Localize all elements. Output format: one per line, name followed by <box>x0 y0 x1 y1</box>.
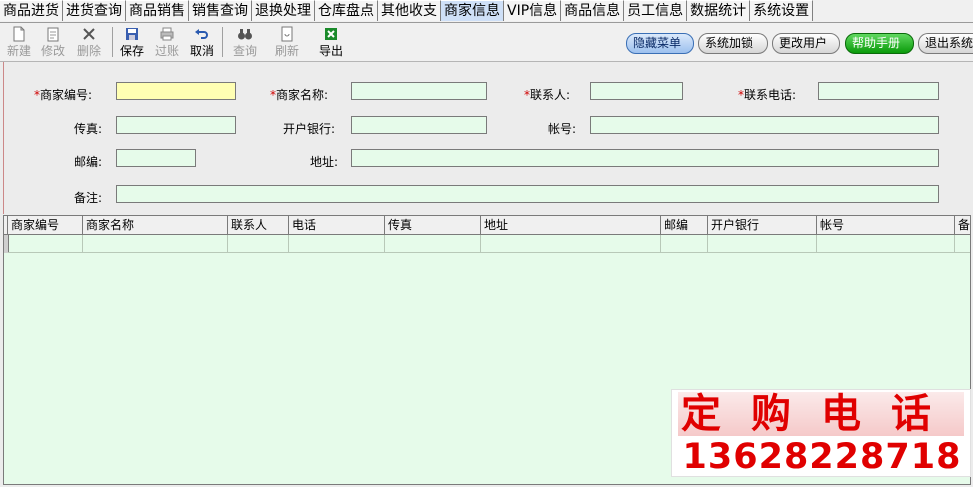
column-header-fax[interactable]: 传真 <box>385 216 481 234</box>
refresh-document-icon <box>270 26 304 44</box>
table-cell[interactable] <box>955 235 970 253</box>
exit-system-button[interactable]: 退出系统 <box>918 33 973 54</box>
order-hotline-phone: 13628228718 <box>682 437 962 477</box>
delete-x-icon <box>72 26 106 44</box>
save-disk-icon <box>115 26 149 44</box>
account-input[interactable] <box>590 116 939 134</box>
note-input[interactable] <box>116 185 939 203</box>
merchant-code-label: *商家编号: <box>34 88 93 102</box>
tab-vip-info[interactable]: VIP信息 <box>504 0 562 21</box>
tab-statistics[interactable]: 数据统计 <box>687 0 751 21</box>
tab-sales-query[interactable]: 销售查询 <box>189 0 252 21</box>
query-button-label: 查询 <box>232 44 257 58</box>
column-header-merchant-code[interactable]: 商家编号 <box>8 216 83 234</box>
column-header-address[interactable]: 地址 <box>481 216 661 234</box>
contact-input[interactable] <box>590 82 683 100</box>
save-button-label: 保存 <box>119 44 144 58</box>
column-header-phone[interactable]: 电话 <box>289 216 385 234</box>
table-cell[interactable] <box>817 235 955 253</box>
order-hotline-banner: 定购电话 13628228718 <box>671 389 971 477</box>
column-header-account[interactable]: 帐号 <box>817 216 955 234</box>
hide-menu-button[interactable]: 隐藏菜单 <box>626 33 694 54</box>
column-header-note[interactable]: 备 <box>955 216 970 234</box>
zip-input[interactable] <box>116 149 196 167</box>
new-button-label: 新建 <box>6 44 31 58</box>
zip-label: 邮编: <box>74 155 103 169</box>
fax-label: 传真: <box>74 122 103 136</box>
table-cell[interactable] <box>8 235 83 253</box>
grid-header: 商家编号 商家名称 联系人 电话 传真 地址 邮编 开户银行 帐号 备 <box>4 216 970 235</box>
tab-system-settings[interactable]: 系统设置 <box>750 0 814 21</box>
cancel-button-label: 取消 <box>189 44 214 58</box>
binoculars-icon <box>228 26 262 44</box>
column-header-merchant-name[interactable]: 商家名称 <box>83 216 228 234</box>
table-cell[interactable] <box>481 235 661 253</box>
delete-button[interactable]: 删除 <box>72 25 106 59</box>
tab-sales[interactable]: 商品销售 <box>126 0 189 21</box>
toolbar-separator <box>112 27 113 57</box>
query-button[interactable]: 查询 <box>228 25 262 59</box>
tab-product-info[interactable]: 商品信息 <box>561 0 625 21</box>
column-header-bank[interactable]: 开户银行 <box>708 216 817 234</box>
printer-icon <box>150 26 184 44</box>
table-cell[interactable] <box>289 235 385 253</box>
tab-purchase[interactable]: 商品进货 <box>0 0 63 21</box>
contact-label: *联系人: <box>524 88 571 102</box>
tab-other-income-expense[interactable]: 其他收支 <box>378 0 441 21</box>
export-button-label: 导出 <box>318 44 343 58</box>
bank-input[interactable] <box>351 116 487 134</box>
export-button[interactable]: 导出 <box>314 25 348 59</box>
column-header-zip[interactable]: 邮编 <box>661 216 708 234</box>
refresh-button[interactable]: 刷新 <box>270 25 304 59</box>
table-cell[interactable] <box>83 235 228 253</box>
tab-purchase-query[interactable]: 进货查询 <box>63 0 126 21</box>
contact-phone-input[interactable] <box>818 82 939 100</box>
post-button-label: 过账 <box>154 44 179 58</box>
system-lock-button[interactable]: 系统加锁 <box>698 33 768 54</box>
note-label: 备注: <box>74 191 103 205</box>
merchant-code-input[interactable] <box>116 82 236 100</box>
bank-label: 开户银行: <box>283 122 336 136</box>
tab-inventory[interactable]: 仓库盘点 <box>315 0 378 21</box>
toolbar-separator <box>222 27 223 57</box>
new-button[interactable]: 新建 <box>2 25 36 59</box>
refresh-button-label: 刷新 <box>274 44 299 58</box>
address-input[interactable] <box>351 149 939 167</box>
fax-input[interactable] <box>116 116 236 134</box>
table-cell[interactable] <box>708 235 817 253</box>
new-document-icon <box>2 26 36 44</box>
edit-button[interactable]: 修改 <box>36 25 70 59</box>
merchant-name-label: *商家名称: <box>270 88 329 102</box>
help-manual-button[interactable]: 帮助手册 <box>845 33 914 54</box>
account-label: 帐号: <box>548 122 577 136</box>
delete-button-label: 删除 <box>76 44 101 58</box>
merchant-form: *商家编号: *商家名称: *联系人: *联系电话: 传真: 开户银行: 帐号:… <box>3 62 972 214</box>
table-cell[interactable] <box>661 235 708 253</box>
merchant-name-input[interactable] <box>351 82 487 100</box>
post-button[interactable]: 过账 <box>150 25 184 59</box>
contact-phone-label: *联系电话: <box>738 88 797 102</box>
undo-arrow-icon <box>185 26 219 44</box>
module-tab-strip: 商品进货 进货查询 商品销售 销售查询 退换处理 仓库盘点 其他收支 商家信息 … <box>0 0 973 23</box>
address-label: 地址: <box>310 155 339 169</box>
column-header-contact[interactable]: 联系人 <box>228 216 289 234</box>
tab-merchant-info[interactable]: 商家信息 <box>441 0 504 21</box>
table-cell[interactable] <box>385 235 481 253</box>
tab-employee-info[interactable]: 员工信息 <box>624 0 688 21</box>
save-button[interactable]: 保存 <box>115 25 149 59</box>
order-hotline-title: 定购电话 <box>678 392 964 436</box>
table-row[interactable] <box>4 235 970 253</box>
change-user-button[interactable]: 更改用户 <box>772 33 840 54</box>
toolbar: 新建 修改 删除 保存 过账 取消 查询 刷新 导出 隐藏菜单 系统加锁 更改用… <box>0 23 973 62</box>
excel-export-icon <box>314 26 348 44</box>
edit-document-icon <box>36 26 70 44</box>
table-cell[interactable] <box>228 235 289 253</box>
tab-returns[interactable]: 退换处理 <box>252 0 315 21</box>
cancel-button[interactable]: 取消 <box>185 25 219 59</box>
edit-button-label: 修改 <box>40 44 65 58</box>
